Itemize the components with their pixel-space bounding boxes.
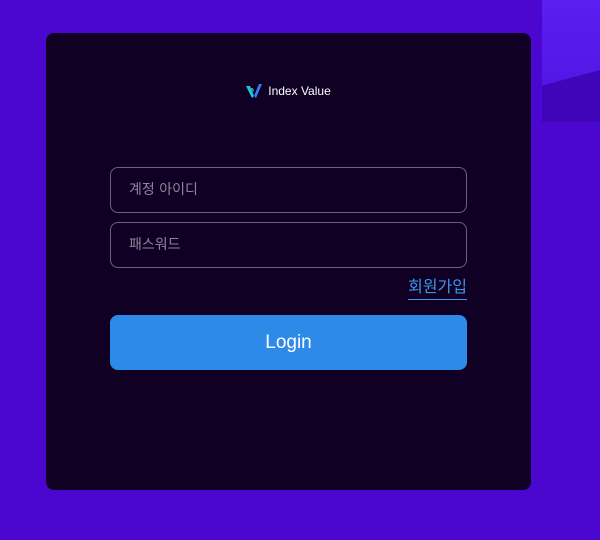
signup-link[interactable]: 회원가입 [408, 276, 467, 300]
brand-name: Index Value [268, 84, 331, 98]
password-field[interactable] [110, 222, 467, 268]
brand: Index Value [46, 83, 531, 99]
login-card: Index Value 회원가입 Login [46, 33, 531, 490]
password-input[interactable] [129, 237, 448, 253]
index-value-logo-icon [246, 84, 263, 98]
account-id-field[interactable] [110, 167, 467, 213]
login-button[interactable]: Login [110, 315, 467, 370]
account-id-input[interactable] [129, 182, 448, 198]
